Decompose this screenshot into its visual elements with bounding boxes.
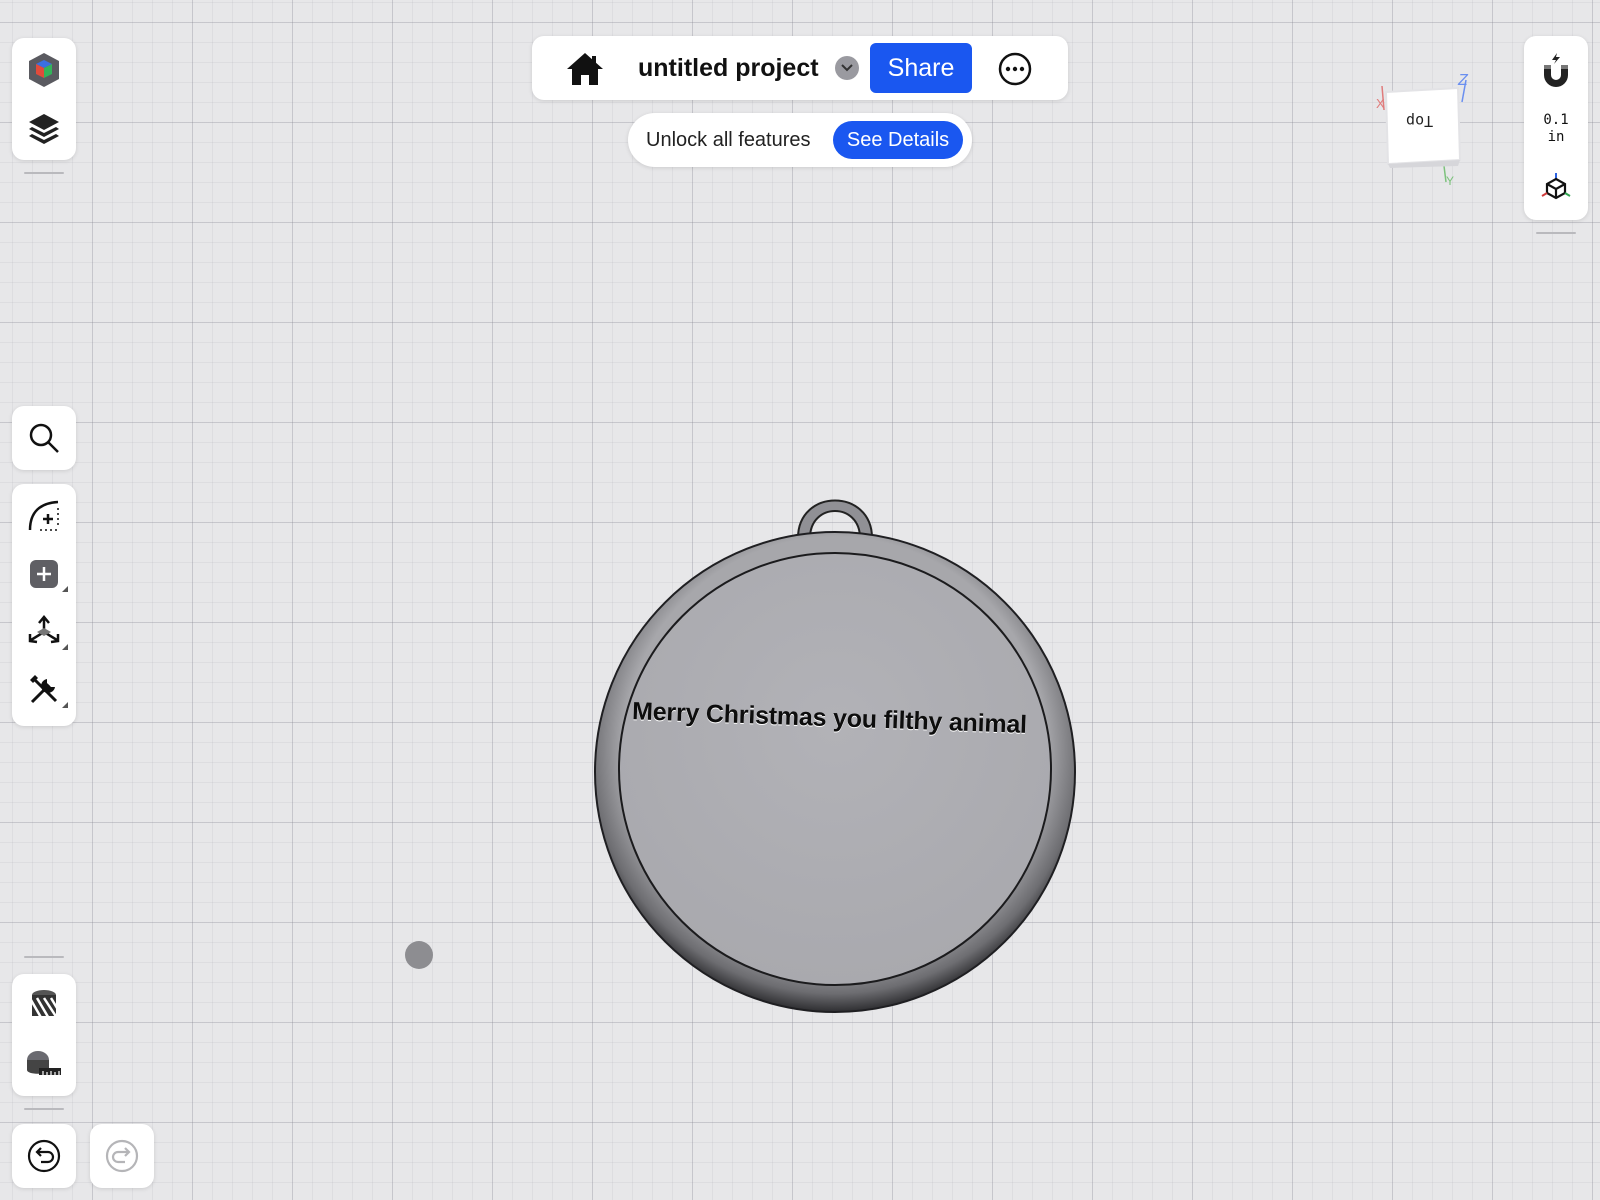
- workspace-panel: [12, 38, 76, 160]
- submenu-indicator: [62, 644, 68, 650]
- share-button[interactable]: Share: [870, 43, 972, 93]
- tools-panel: [12, 484, 76, 726]
- more-icon: [998, 52, 1032, 86]
- measure-button[interactable]: [12, 1038, 76, 1090]
- orientation-cube[interactable]: X Y Z Top: [1374, 72, 1484, 188]
- tools-icon: [30, 675, 58, 704]
- home-button[interactable]: [562, 48, 608, 90]
- search-icon: [29, 423, 59, 453]
- project-menu-dropdown[interactable]: [835, 56, 859, 80]
- add-shape-icon: [30, 560, 58, 588]
- snap-button[interactable]: [1524, 44, 1588, 96]
- cube-face-label: Top: [1406, 112, 1434, 130]
- grid-size-value: 0.1: [1543, 112, 1569, 128]
- layers-button[interactable]: [12, 102, 76, 154]
- more-options-button[interactable]: [998, 52, 1032, 86]
- canvas[interactable]: { "project": { "title": "untitled projec…: [0, 0, 1600, 1200]
- ornament-model[interactable]: [590, 492, 1080, 1020]
- redo-icon: [105, 1139, 139, 1173]
- add-shape-button[interactable]: [12, 548, 76, 600]
- workspace-button[interactable]: [12, 44, 76, 96]
- section-view-button[interactable]: [12, 980, 76, 1032]
- axis-y-label: Y: [1446, 174, 1455, 188]
- search-panel: [12, 406, 76, 470]
- undo-button[interactable]: [12, 1130, 76, 1182]
- axis-x-label: X: [1376, 96, 1385, 111]
- chevron-down-icon: [841, 64, 853, 72]
- analysis-panel: [12, 974, 76, 1096]
- divider: [1536, 232, 1576, 234]
- grid-size-unit: in: [1547, 129, 1565, 145]
- see-details-button[interactable]: See Details: [833, 121, 963, 159]
- layers-icon: [29, 114, 59, 144]
- section-view-icon: [29, 990, 59, 1023]
- redo-button[interactable]: [90, 1130, 154, 1182]
- undo-panel: [12, 1124, 76, 1188]
- redo-panel: [90, 1124, 154, 1188]
- submenu-indicator: [62, 586, 68, 592]
- divider: [24, 1108, 64, 1110]
- sketch-icon: [28, 500, 60, 531]
- view-options-icon: [1541, 173, 1571, 200]
- workspace-cube-icon: [29, 53, 59, 87]
- project-title[interactable]: untitled project: [638, 54, 819, 83]
- transform-icon: [28, 615, 60, 644]
- transform-button[interactable]: [12, 606, 76, 658]
- tools-button[interactable]: [12, 664, 76, 716]
- unlock-banner: Unlock all features See Details: [628, 113, 972, 167]
- snap-magnet-icon: [1544, 53, 1568, 87]
- search-button[interactable]: [12, 412, 76, 464]
- top-bar: untitled project Share: [532, 36, 1068, 100]
- axis-z-label: Z: [1458, 72, 1468, 89]
- view-options-button[interactable]: [1524, 160, 1588, 212]
- view-settings-panel: 0.1 in: [1524, 36, 1588, 220]
- undo-icon: [27, 1139, 61, 1173]
- grid-size-button[interactable]: 0.1 in: [1524, 112, 1588, 146]
- submenu-indicator: [62, 702, 68, 708]
- divider: [24, 172, 64, 174]
- touch-indicator: [405, 941, 433, 969]
- unlock-text: Unlock all features: [646, 129, 811, 151]
- home-icon: [567, 53, 603, 85]
- sketch-button[interactable]: [12, 490, 76, 542]
- divider: [24, 956, 64, 958]
- measure-tape-icon: [27, 1051, 61, 1075]
